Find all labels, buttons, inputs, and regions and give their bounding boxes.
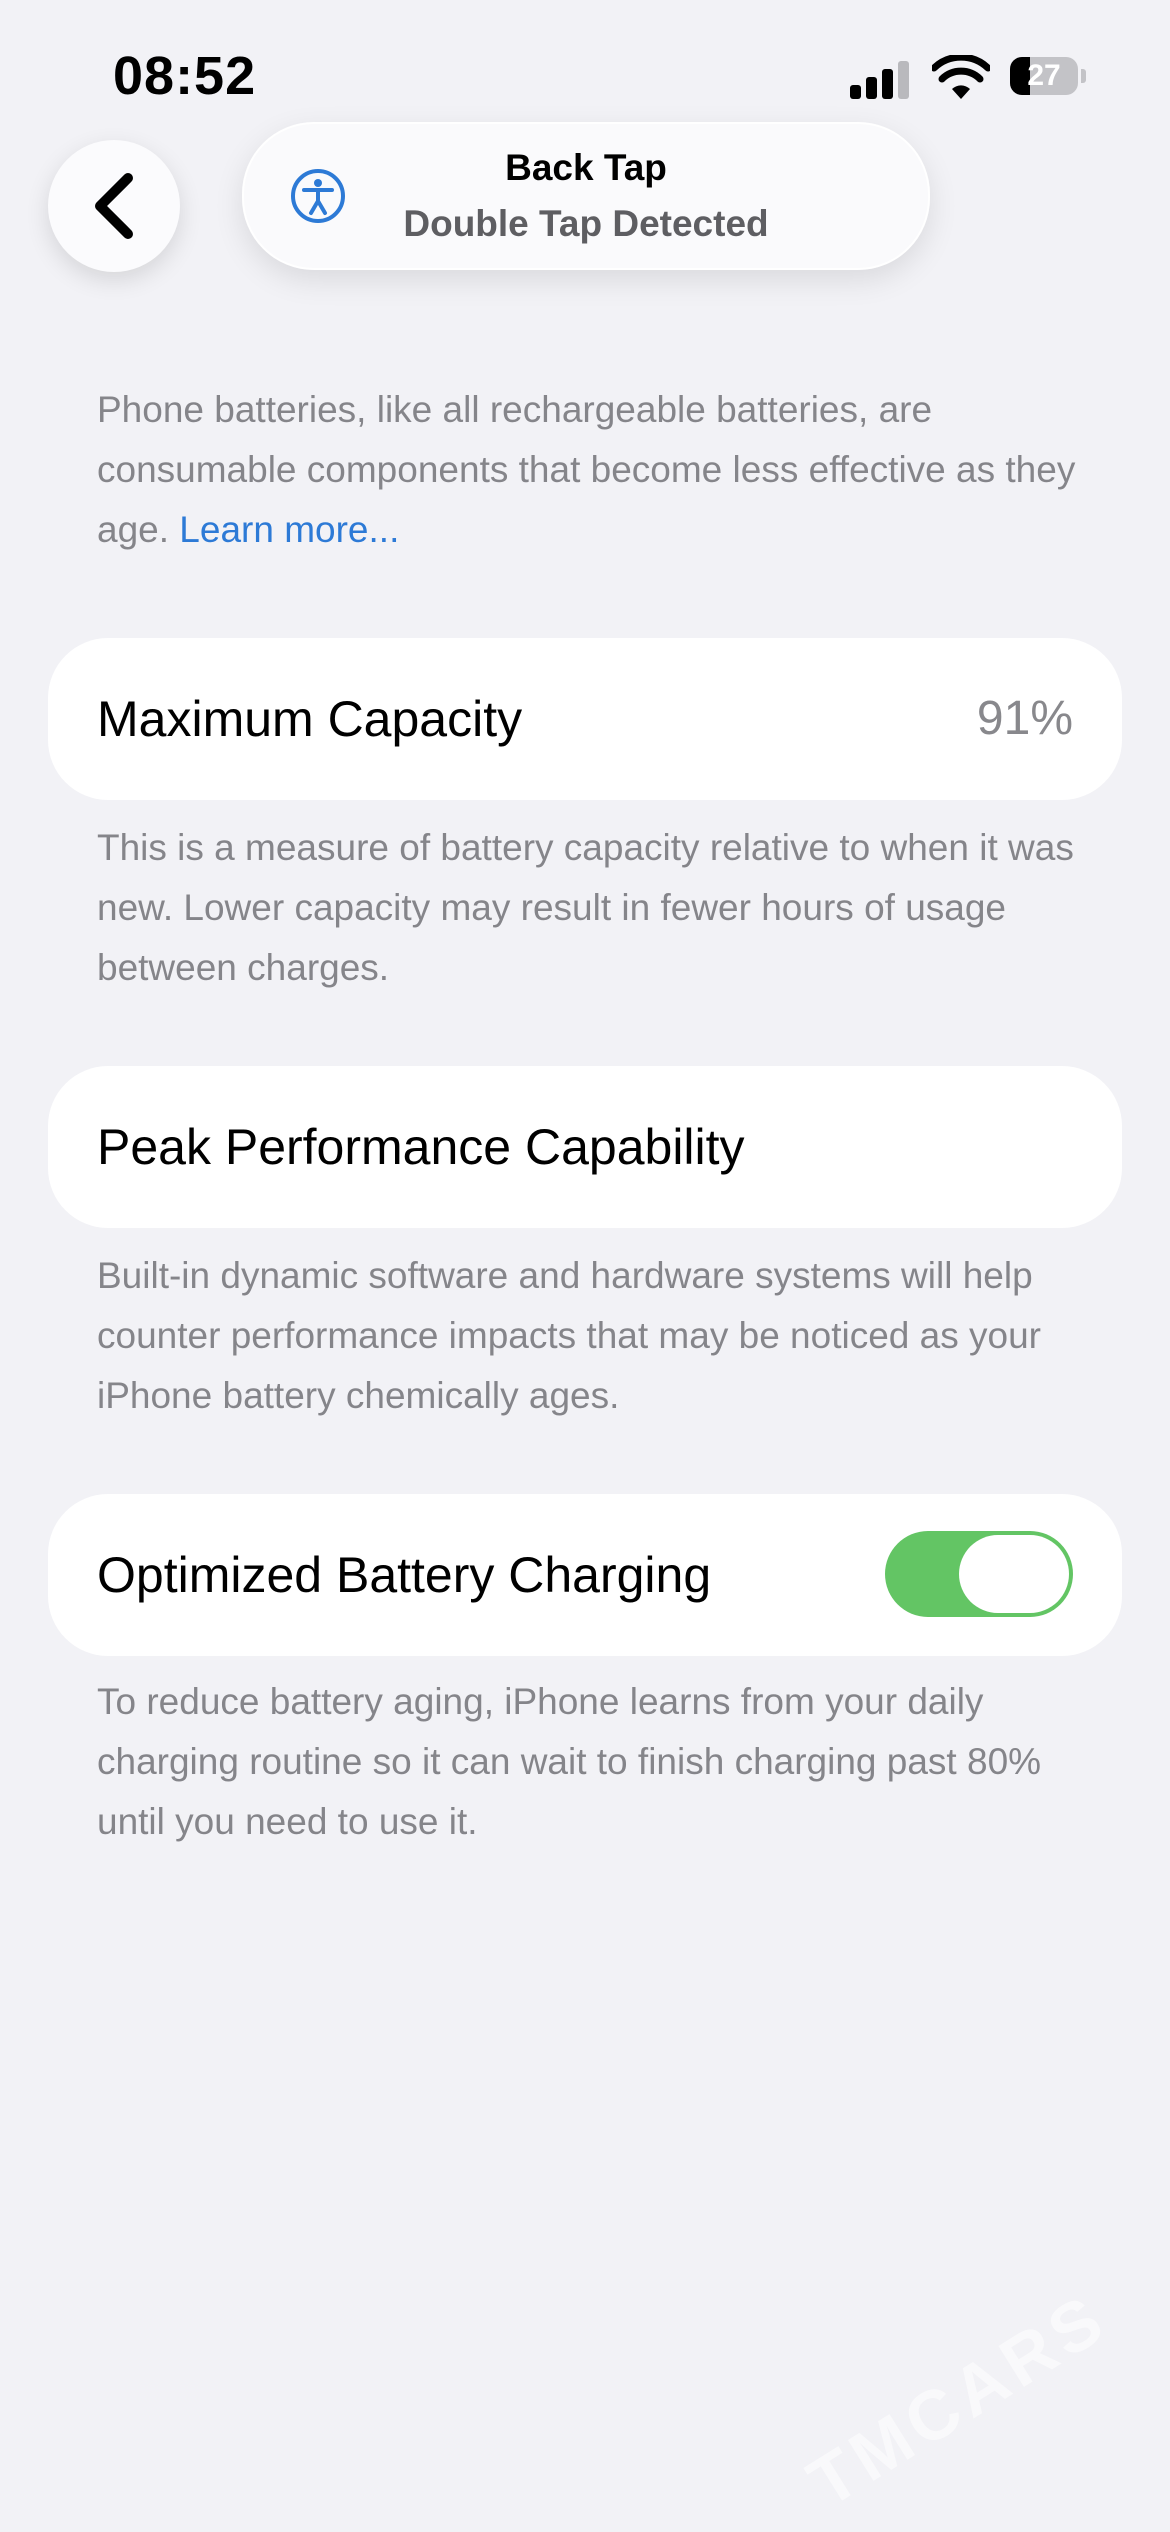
status-icons: 27 — [850, 55, 1090, 99]
banner-title: Back Tap — [505, 147, 667, 188]
battery-icon: 27 — [1010, 57, 1086, 97]
battery-level: 27 — [1027, 59, 1061, 92]
maximum-capacity-description: This is a measure of battery capacity re… — [97, 827, 1074, 988]
optimized-charging-label: Optimized Battery Charging — [97, 1547, 712, 1603]
status-time: 08:52 — [113, 46, 257, 106]
intro-description: Phone batteries, like all rechargeable b… — [97, 380, 1087, 560]
chevron-left-icon — [95, 173, 133, 239]
learn-more-link[interactable]: Learn more... — [179, 509, 399, 550]
optimized-charging-row: Optimized Battery Charging — [48, 1494, 1122, 1656]
peak-performance-label: Peak Performance Capability — [97, 1119, 745, 1175]
wifi-icon — [932, 55, 990, 99]
optimized-charging-toggle[interactable] — [885, 1531, 1073, 1617]
watermark: TMCARS — [794, 2278, 1121, 2522]
maximum-capacity-row: Maximum Capacity 91% — [48, 638, 1122, 800]
peak-performance-row: Peak Performance Capability — [48, 1066, 1122, 1228]
maximum-capacity-value: 91% — [976, 692, 1073, 745]
maximum-capacity-label: Maximum Capacity — [97, 691, 523, 747]
optimized-charging-description: To reduce battery aging, iPhone learns f… — [97, 1681, 1042, 1842]
banner-subtitle: Double Tap Detected — [403, 203, 769, 244]
toggle-knob — [959, 1535, 1069, 1613]
peak-performance-description: Built-in dynamic software and hardware s… — [97, 1255, 1041, 1416]
back-tap-banner: Back Tap Double Tap Detected — [242, 122, 930, 270]
cellular-signal-icon — [850, 59, 909, 99]
back-button[interactable] — [48, 140, 180, 272]
